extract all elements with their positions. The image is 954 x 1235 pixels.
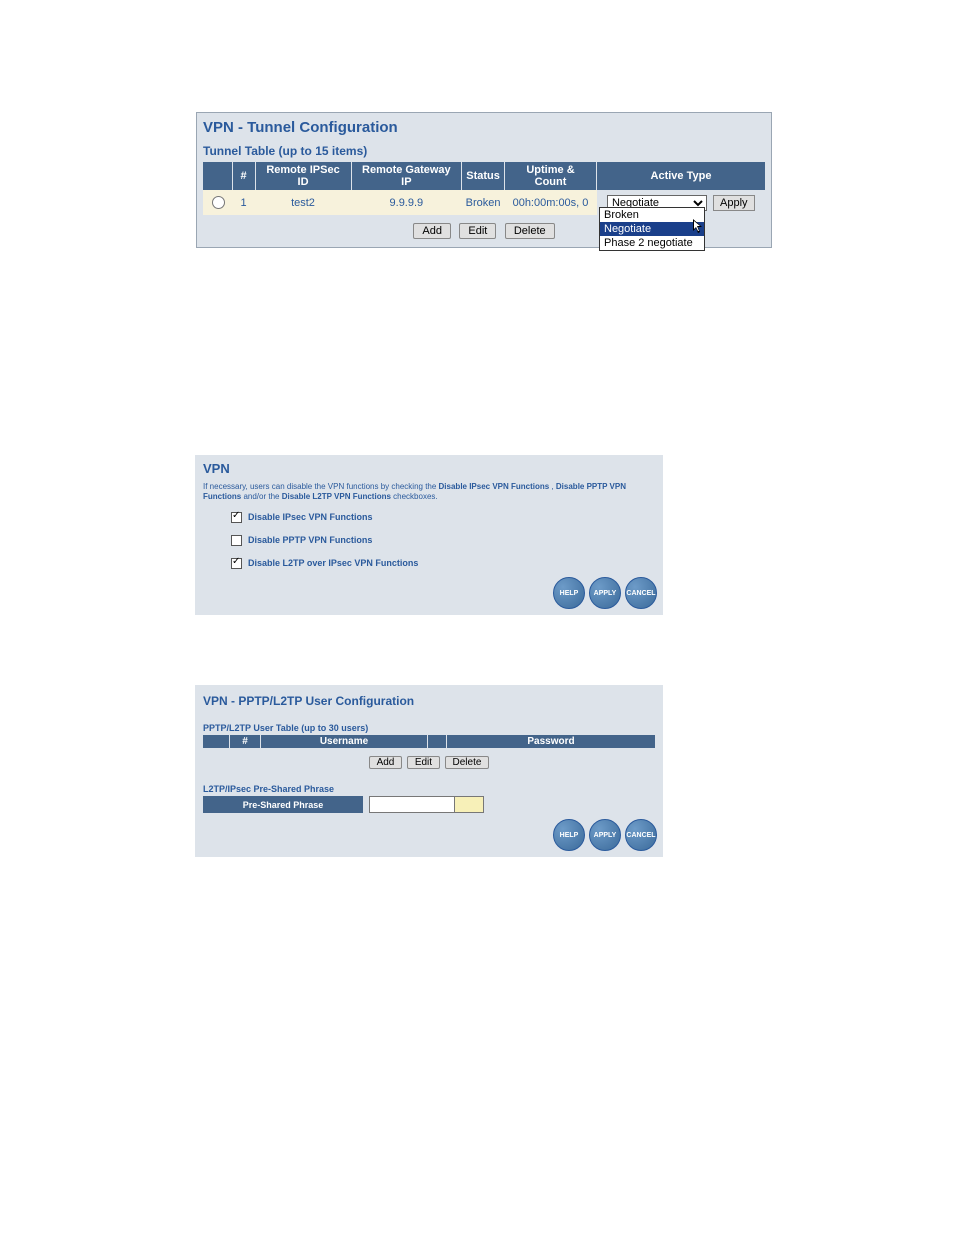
apply-button[interactable]: APPLY — [589, 577, 621, 609]
col-select — [203, 735, 230, 748]
dropdown-option-phase2[interactable]: Phase 2 negotiate — [600, 236, 704, 250]
psp-highlight — [455, 796, 484, 813]
cancel-button[interactable]: CANCEL — [625, 577, 657, 609]
disable-ipsec-checkbox[interactable] — [231, 512, 242, 523]
col-password: Password — [447, 735, 656, 748]
col-hash: # — [230, 735, 261, 748]
col-select — [203, 162, 232, 190]
desc-text: and/or the — [241, 492, 281, 501]
add-button[interactable]: Add — [413, 223, 451, 239]
col-username: Username — [261, 735, 428, 748]
user-button-row: Add Edit Delete — [203, 748, 655, 770]
delete-button[interactable]: Delete — [445, 756, 490, 769]
vpn-tunnel-config-panel: VPN - Tunnel Configuration Tunnel Table … — [196, 112, 772, 248]
row-select-radio[interactable] — [212, 196, 225, 209]
psp-header: Pre-Shared Phrase — [203, 796, 363, 813]
col-status: Status — [462, 162, 505, 190]
help-button[interactable]: HELP — [553, 819, 585, 851]
col-remote-ipsec-id: Remote IPSec ID — [255, 162, 351, 190]
panel-title: VPN - PPTP/L2TP User Configuration — [203, 691, 655, 711]
desc-text: If necessary, users can disable the VPN … — [203, 482, 439, 491]
desc-text: , — [549, 482, 556, 491]
active-type-dropdown-popup: Broken Negotiate Phase 2 negotiate — [599, 207, 705, 251]
pptp-l2tp-user-panel: VPN - PPTP/L2TP User Configuration PPTP/… — [195, 685, 663, 857]
vpn-disable-panel: VPN If necessary, users can disable the … — [195, 455, 663, 615]
apply-button[interactable]: APPLY — [589, 819, 621, 851]
row-remote-gateway-ip: 9.9.9.9 — [351, 190, 462, 215]
psp-row: Pre-Shared Phrase — [203, 796, 655, 813]
disable-pptp-checkbox[interactable] — [231, 535, 242, 546]
action-buttons: HELP APPLY CANCEL — [553, 577, 657, 609]
col-remote-gateway-ip: Remote Gateway IP — [351, 162, 462, 190]
user-table-subtitle: PPTP/L2TP User Table (up to 30 users) — [203, 723, 655, 733]
disable-l2tp-label: Disable L2TP over IPsec VPN Functions — [248, 558, 418, 568]
delete-button[interactable]: Delete — [505, 223, 555, 239]
help-button[interactable]: HELP — [553, 577, 585, 609]
desc-text: checkboxes. — [391, 492, 438, 501]
tunnel-table-header-row: # Remote IPSec ID Remote Gateway IP Stat… — [203, 162, 765, 190]
dropdown-option-broken[interactable]: Broken — [600, 208, 704, 222]
psp-input[interactable] — [369, 796, 455, 813]
disable-pptp-label: Disable PPTP VPN Functions — [248, 535, 372, 545]
col-uptime-count: Uptime & Count — [505, 162, 597, 190]
tunnel-table-subtitle: Tunnel Table (up to 15 items) — [203, 142, 765, 162]
cancel-button[interactable]: CANCEL — [625, 819, 657, 851]
desc-bold-l2tp: Disable L2TP VPN Functions — [282, 492, 391, 501]
row-num: 1 — [232, 190, 255, 215]
disable-ipsec-label: Disable IPsec VPN Functions — [248, 512, 373, 522]
row-status: Broken — [462, 190, 505, 215]
col-active-type: Active Type — [597, 162, 766, 190]
col-hash: # — [232, 162, 255, 190]
row-uptime-count: 00h:00m:00s, 0 — [505, 190, 597, 215]
vpn-description: If necessary, users can disable the VPN … — [203, 482, 655, 503]
action-buttons: HELP APPLY CANCEL — [553, 819, 657, 851]
col-spacer — [428, 735, 447, 748]
add-button[interactable]: Add — [369, 756, 403, 769]
edit-button[interactable]: Edit — [459, 223, 496, 239]
user-table-header-row: # Username Password — [203, 735, 655, 748]
dropdown-option-negotiate[interactable]: Negotiate — [600, 222, 704, 236]
user-table: # Username Password — [203, 735, 655, 748]
desc-bold-ipsec: Disable IPsec VPN Functions — [439, 482, 550, 491]
row-remote-ipsec-id: test2 — [255, 190, 351, 215]
psp-section-label: L2TP/IPsec Pre-Shared Phrase — [203, 784, 655, 794]
apply-button[interactable]: Apply — [713, 195, 755, 211]
disable-l2tp-checkbox[interactable] — [231, 558, 242, 569]
panel-title: VPN - Tunnel Configuration — [203, 117, 765, 142]
edit-button[interactable]: Edit — [407, 756, 440, 769]
panel-title: VPN — [203, 461, 655, 476]
